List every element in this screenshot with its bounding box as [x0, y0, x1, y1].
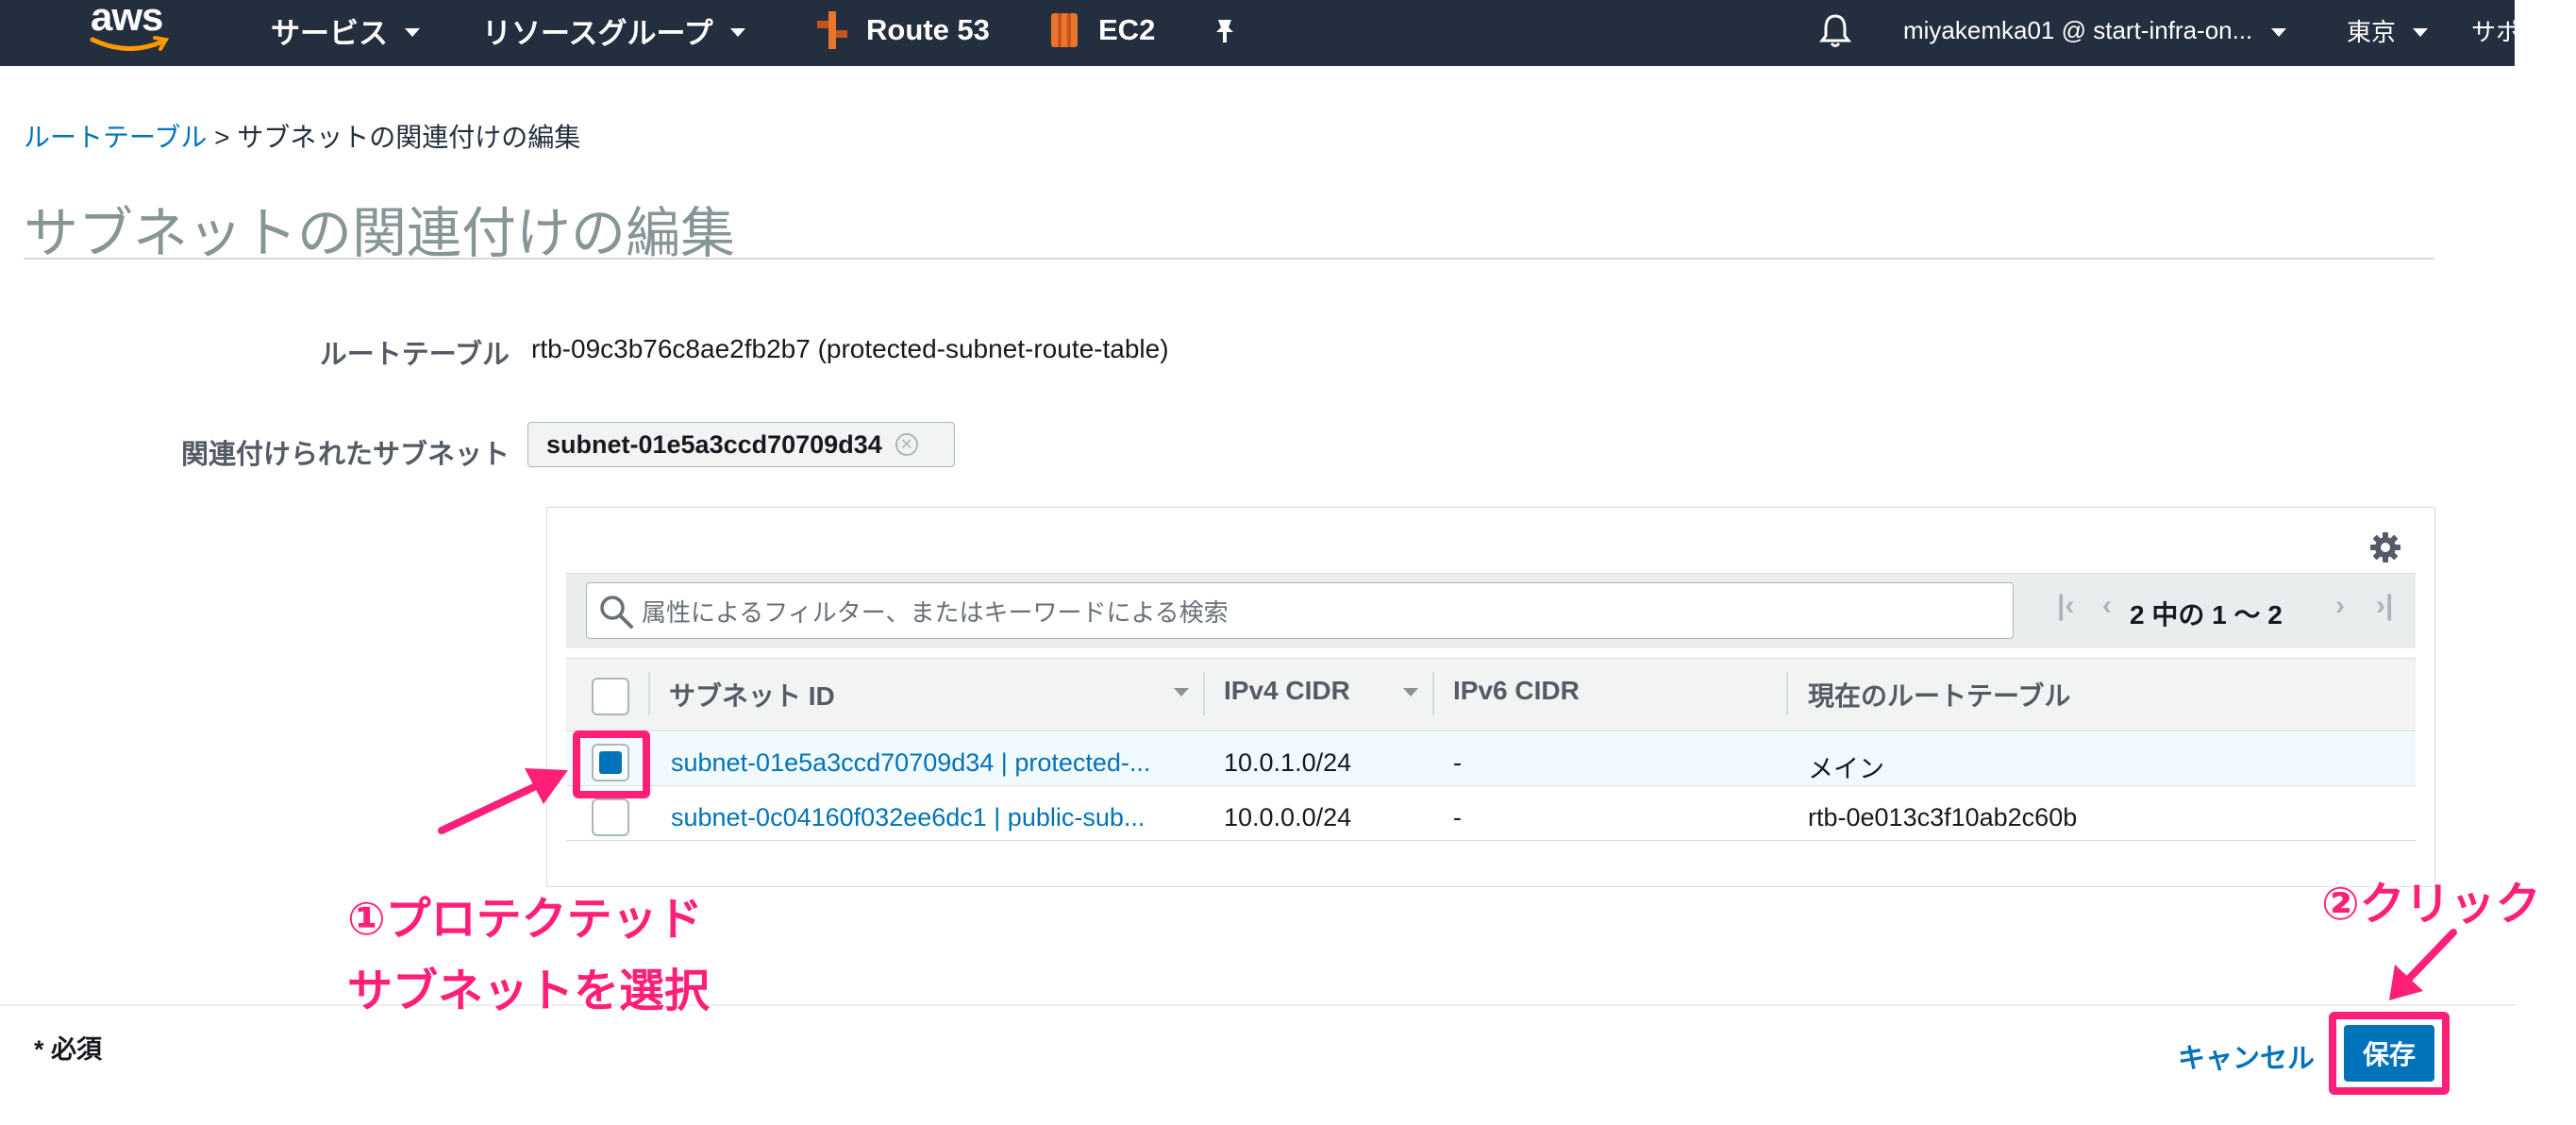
prev-page-icon[interactable]: ‹ [2102, 590, 2112, 622]
next-page-icon[interactable]: › [2335, 590, 2345, 622]
cancel-button[interactable]: キャンセル [2178, 1036, 2315, 1076]
row-ipv4: 10.0.1.0/24 [1224, 748, 1352, 777]
annotation-step1-line1: ①プロテクテッド [347, 895, 703, 945]
nav-pin-ec2-label: EC2 [1098, 13, 1156, 46]
annotation-arrow-1 [438, 768, 568, 834]
row-ipv6: - [1453, 803, 1462, 831]
required-note: * 必須 [34, 1035, 103, 1064]
aws-logo-text: aws [91, 0, 163, 39]
first-page-icon[interactable]: |‹ [2057, 590, 2074, 622]
route-table-value: rtb-09c3b76c8ae2fb2b7 (protected-subnet-… [531, 334, 1169, 363]
breadcrumb: ルートテーブル > サブネットの関連付けの編集 [24, 117, 580, 155]
route53-icon [817, 11, 847, 49]
breadcrumb-route-tables-link[interactable]: ルートテーブル [24, 123, 207, 152]
pin-icon[interactable] [1211, 0, 1239, 60]
nav-services[interactable]: サービス [271, 0, 420, 60]
header-separator [1432, 672, 1434, 715]
ec2-icon [1051, 13, 1078, 47]
sort-caret-icon[interactable] [1174, 688, 1189, 697]
nav-account[interactable]: miyakemka01 @ start-infra-on... [1903, 0, 2287, 60]
header-separator [1786, 672, 1788, 715]
nav-account-label: miyakemka01 @ start-infra-on... [1903, 15, 2253, 44]
nav-region-label: 東京 [2347, 17, 2397, 46]
aws-logo[interactable]: aws [87, 0, 172, 57]
bell-icon [1819, 14, 1851, 47]
pagination-text: 2 中の 1 ～ 2 [2130, 600, 2283, 630]
last-page-icon[interactable]: ›| [2376, 590, 2393, 622]
pushpin-icon [1216, 20, 1233, 42]
screenshot-margin [2515, 0, 2576, 1125]
row-ipv6: - [1453, 748, 1462, 777]
header-current-route-table[interactable]: 現在のルートテーブル [1808, 676, 2070, 714]
row-checkbox[interactable] [592, 798, 629, 836]
nav-region[interactable]: 東京 [2347, 0, 2429, 60]
highlight-save-button [2329, 1012, 2450, 1095]
highlight-checkbox [573, 730, 650, 798]
header-subnet-id[interactable]: サブネット ID [669, 676, 835, 714]
search-icon [600, 596, 633, 629]
page-title: サブネットの関連付けの編集 [24, 203, 736, 264]
gear-icon[interactable] [2368, 530, 2402, 564]
chevron-down-icon [2271, 27, 2287, 37]
annotation-step1-line2: サブネットを選択 [347, 966, 711, 1016]
row-subnet-link[interactable]: subnet-0c04160f032ee6dc1 | public-sub... [671, 803, 1185, 832]
header-separator [1203, 672, 1205, 715]
notifications-bell[interactable] [1819, 0, 1851, 60]
annotation-arrow-2 [2389, 929, 2457, 1000]
row-route-table: rtb-0e013c3f10ab2c60b [1808, 803, 2078, 831]
nav-pin-route53[interactable]: Route 53 [815, 0, 990, 60]
annotation-step2: ②クリック [2321, 880, 2541, 930]
nav-support-label: サポ [2471, 17, 2521, 46]
route-table-label: ルートテーブル [319, 340, 510, 370]
nav-resource-groups-label: リソースグループ [482, 16, 713, 50]
row-ipv4: 10.0.0.0/24 [1224, 803, 1352, 831]
breadcrumb-current: サブネットの関連付けの編集 [237, 123, 581, 152]
nav-pin-route53-label: Route 53 [866, 13, 990, 46]
chevron-down-icon [2413, 27, 2429, 37]
sort-caret-icon[interactable] [1403, 688, 1418, 697]
nav-services-label: サービス [271, 16, 388, 50]
row-route-table: メイン [1808, 755, 1884, 783]
select-all-checkbox[interactable] [592, 678, 629, 715]
associated-subnet-token: subnet-01e5a3ccd70709d34 ✕ [527, 422, 955, 467]
row-subnet-link[interactable]: subnet-01e5a3ccd70709d34 | protected-... [671, 748, 1185, 778]
header-separator [648, 672, 650, 715]
nav-support[interactable]: サポ [2471, 0, 2520, 60]
associated-subnets-label: 関連付けられたサブネット [180, 440, 510, 470]
nav-pin-ec2[interactable]: EC2 [1047, 0, 1155, 60]
associated-subnet-token-label: subnet-01e5a3ccd70709d34 [546, 429, 882, 459]
chevron-down-icon [729, 27, 745, 37]
nav-resource-groups[interactable]: リソースグループ [482, 0, 745, 60]
search-placeholder: 属性によるフィルター、またはキーワードによる検索 [642, 598, 1229, 627]
remove-token-icon[interactable]: ✕ [895, 433, 918, 456]
header-ipv6-cidr[interactable]: IPv6 CIDR [1453, 676, 1580, 706]
breadcrumb-separator: > [214, 123, 230, 152]
title-divider [24, 258, 2434, 260]
chevron-down-icon [405, 27, 420, 37]
header-ipv4-cidr[interactable]: IPv4 CIDR [1224, 676, 1350, 706]
aws-smile-icon [90, 36, 170, 52]
